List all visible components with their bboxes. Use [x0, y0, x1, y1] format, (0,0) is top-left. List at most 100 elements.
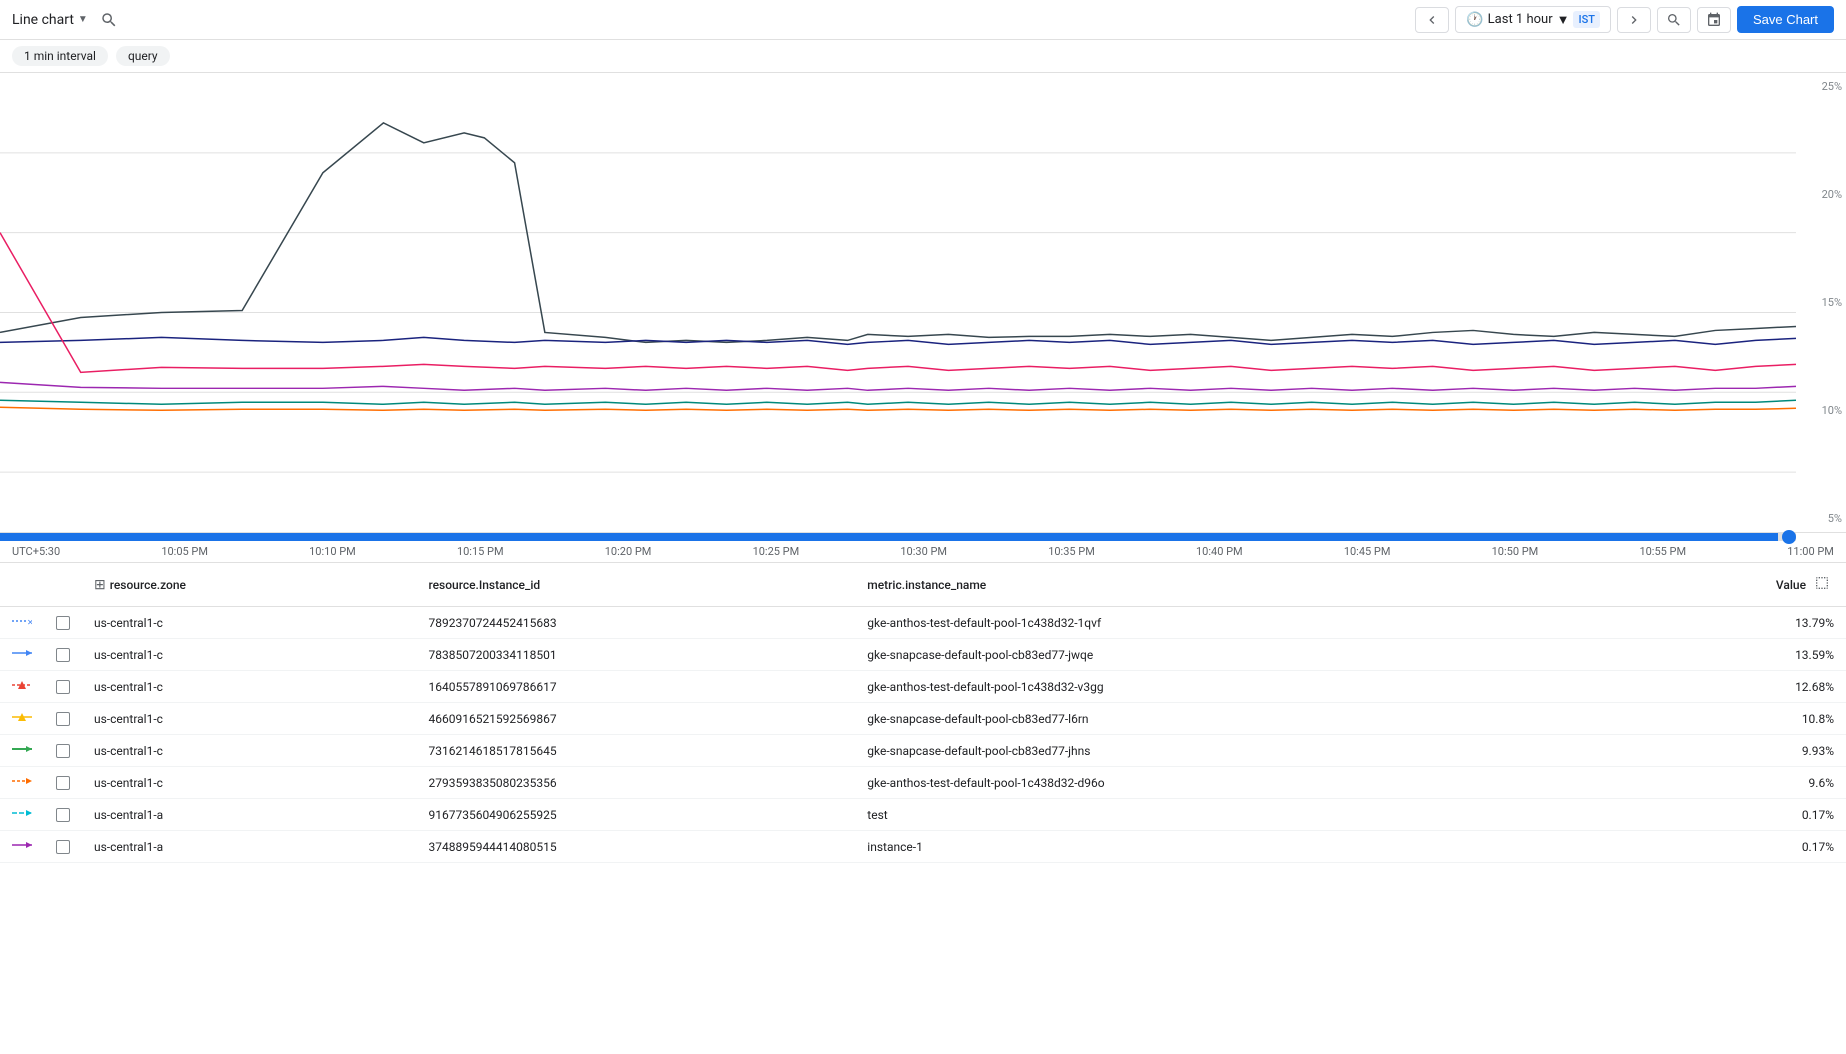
table-row: us-central1-c 7838507200334118501 gke-sn… — [0, 639, 1846, 671]
row-checkbox[interactable] — [56, 648, 70, 662]
td-zone: us-central1-c — [82, 671, 416, 703]
y-label-15: 15% — [1796, 297, 1842, 308]
search-button[interactable] — [96, 7, 122, 33]
th-value: Value — [1609, 563, 1846, 606]
time-label-1040: 10:40 PM — [1196, 545, 1243, 558]
table-row: us-central1-c 4660916521592569867 gke-sn… — [0, 703, 1846, 735]
columns-button[interactable] — [1810, 571, 1834, 598]
prev-time-button[interactable] — [1415, 7, 1449, 33]
clock-icon: 🕐 — [1466, 12, 1483, 28]
time-range-label: Last 1 hour — [1488, 12, 1553, 27]
row-checkbox[interactable] — [56, 744, 70, 758]
table-row: us-central1-a 9167735604906255925 test 0… — [0, 799, 1846, 831]
table-body: ✕ us-central1-c 7892370724452415683 gke-… — [0, 607, 1846, 863]
td-zone: us-central1-c — [82, 639, 416, 671]
time-label-start: UTC+5:30 — [12, 545, 60, 558]
td-instance-name: gke-snapcase-default-pool-cb83ed77-jwqe — [855, 639, 1609, 671]
td-value: 10.8% — [1609, 703, 1846, 735]
time-label-1030: 10:30 PM — [900, 545, 947, 558]
chart-svg: ✕ ♦ ▲ — — [0, 73, 1796, 532]
y-label-10: 10% — [1796, 405, 1842, 416]
row-indicator-cell — [0, 831, 44, 863]
y-label-20: 20% — [1796, 189, 1842, 200]
td-zone: us-central1-c — [82, 767, 416, 799]
th-checkbox — [44, 563, 82, 607]
td-instance-name: gke-snapcase-default-pool-cb83ed77-l6rn — [855, 703, 1609, 735]
td-instance-id: 7838507200334118501 — [416, 639, 855, 671]
row-indicator-cell — [0, 735, 44, 767]
time-label-1100: 11:00 PM — [1787, 545, 1834, 558]
chevron-down-icon: ▼ — [78, 14, 88, 25]
time-label-1025: 10:25 PM — [753, 545, 800, 558]
data-table-wrapper: ⊞ resource.zone resource.Instance_id met… — [0, 563, 1846, 863]
table-row: us-central1-c 1640557891069786617 gke-an… — [0, 671, 1846, 703]
row-checkbox[interactable] — [56, 616, 70, 630]
chart-container: ✕ ♦ ▲ — 25% 20% 15% 10% 5% — [0, 73, 1846, 533]
row-indicator-cell — [0, 639, 44, 671]
next-time-button[interactable] — [1617, 7, 1651, 33]
top-bar-left: Line chart ▼ — [12, 7, 122, 33]
th-value-label: Value — [1776, 578, 1806, 592]
td-zone: us-central1-a — [82, 831, 416, 863]
table-header: ⊞ resource.zone resource.Instance_id met… — [0, 563, 1846, 607]
row-indicator-cell — [0, 767, 44, 799]
time-label-1045: 10:45 PM — [1344, 545, 1391, 558]
td-value: 9.6% — [1609, 767, 1846, 799]
time-label-1005: 10:05 PM — [161, 545, 208, 558]
zoom-button[interactable] — [1657, 7, 1691, 33]
table-row: ✕ us-central1-c 7892370724452415683 gke-… — [0, 607, 1846, 639]
y-label-5: 5% — [1796, 513, 1842, 524]
th-zone-label: resource.zone — [110, 578, 186, 592]
top-bar: Line chart ▼ 🕐 Last 1 hour ▼ IST Save Ch… — [0, 0, 1846, 40]
time-label-1035: 10:35 PM — [1048, 545, 1095, 558]
table-row: us-central1-a 3748895944414080515 instan… — [0, 831, 1846, 863]
td-zone: us-central1-c — [82, 735, 416, 767]
y-axis: 25% 20% 15% 10% 5% — [1796, 73, 1846, 532]
row-indicator-cell — [0, 671, 44, 703]
td-instance-id: 9167735604906255925 — [416, 799, 855, 831]
td-instance-id: 7892370724452415683 — [416, 607, 855, 639]
th-zone: ⊞ resource.zone — [82, 563, 416, 607]
td-instance-name: test — [855, 799, 1609, 831]
time-label-1010: 10:10 PM — [309, 545, 356, 558]
td-zone: us-central1-c — [82, 703, 416, 735]
td-value: 9.93% — [1609, 735, 1846, 767]
zone-grid-icon: ⊞ — [94, 577, 106, 593]
row-indicator-cell — [0, 703, 44, 735]
timezone-badge: IST — [1573, 11, 1599, 28]
th-indicator — [0, 563, 44, 607]
pin-button[interactable] — [1697, 7, 1731, 33]
time-range-chevron: ▼ — [1557, 12, 1570, 28]
th-instance-id: resource.Instance_id — [416, 563, 855, 607]
td-instance-name: gke-anthos-test-default-pool-1c438d32-1q… — [855, 607, 1609, 639]
filter-chip-query[interactable]: query — [116, 46, 170, 66]
th-instance-name: metric.instance_name — [855, 563, 1609, 607]
row-checkbox[interactable] — [56, 680, 70, 694]
time-label-1015: 10:15 PM — [457, 545, 504, 558]
row-indicator-cell — [0, 799, 44, 831]
td-instance-id: 7316214618517815645 — [416, 735, 855, 767]
time-label-1050: 10:50 PM — [1492, 545, 1539, 558]
time-label-1020: 10:20 PM — [605, 545, 652, 558]
table-row: us-central1-c 7316214618517815645 gke-sn… — [0, 735, 1846, 767]
td-instance-id: 3748895944414080515 — [416, 831, 855, 863]
table-row: us-central1-c 2793593835080235356 gke-an… — [0, 767, 1846, 799]
save-chart-button[interactable]: Save Chart — [1737, 6, 1834, 33]
row-checkbox[interactable] — [56, 808, 70, 822]
td-value: 0.17% — [1609, 831, 1846, 863]
td-zone: us-central1-a — [82, 799, 416, 831]
data-table: ⊞ resource.zone resource.Instance_id met… — [0, 563, 1846, 863]
chart-type-selector[interactable]: Line chart ▼ — [12, 12, 88, 28]
filter-bar: 1 min interval query — [0, 40, 1846, 73]
row-checkbox[interactable] — [56, 776, 70, 790]
time-axis: UTC+5:30 10:05 PM 10:10 PM 10:15 PM 10:2… — [0, 541, 1846, 563]
td-instance-id: 4660916521592569867 — [416, 703, 855, 735]
row-checkbox[interactable] — [56, 840, 70, 854]
td-value: 0.17% — [1609, 799, 1846, 831]
filter-chip-interval[interactable]: 1 min interval — [12, 46, 108, 66]
top-bar-right: 🕐 Last 1 hour ▼ IST Save Chart — [1415, 6, 1834, 33]
row-checkbox[interactable] — [56, 712, 70, 726]
time-range-selector[interactable]: 🕐 Last 1 hour ▼ IST — [1455, 6, 1611, 33]
td-instance-id: 1640557891069786617 — [416, 671, 855, 703]
svg-text:✕: ✕ — [27, 618, 32, 627]
